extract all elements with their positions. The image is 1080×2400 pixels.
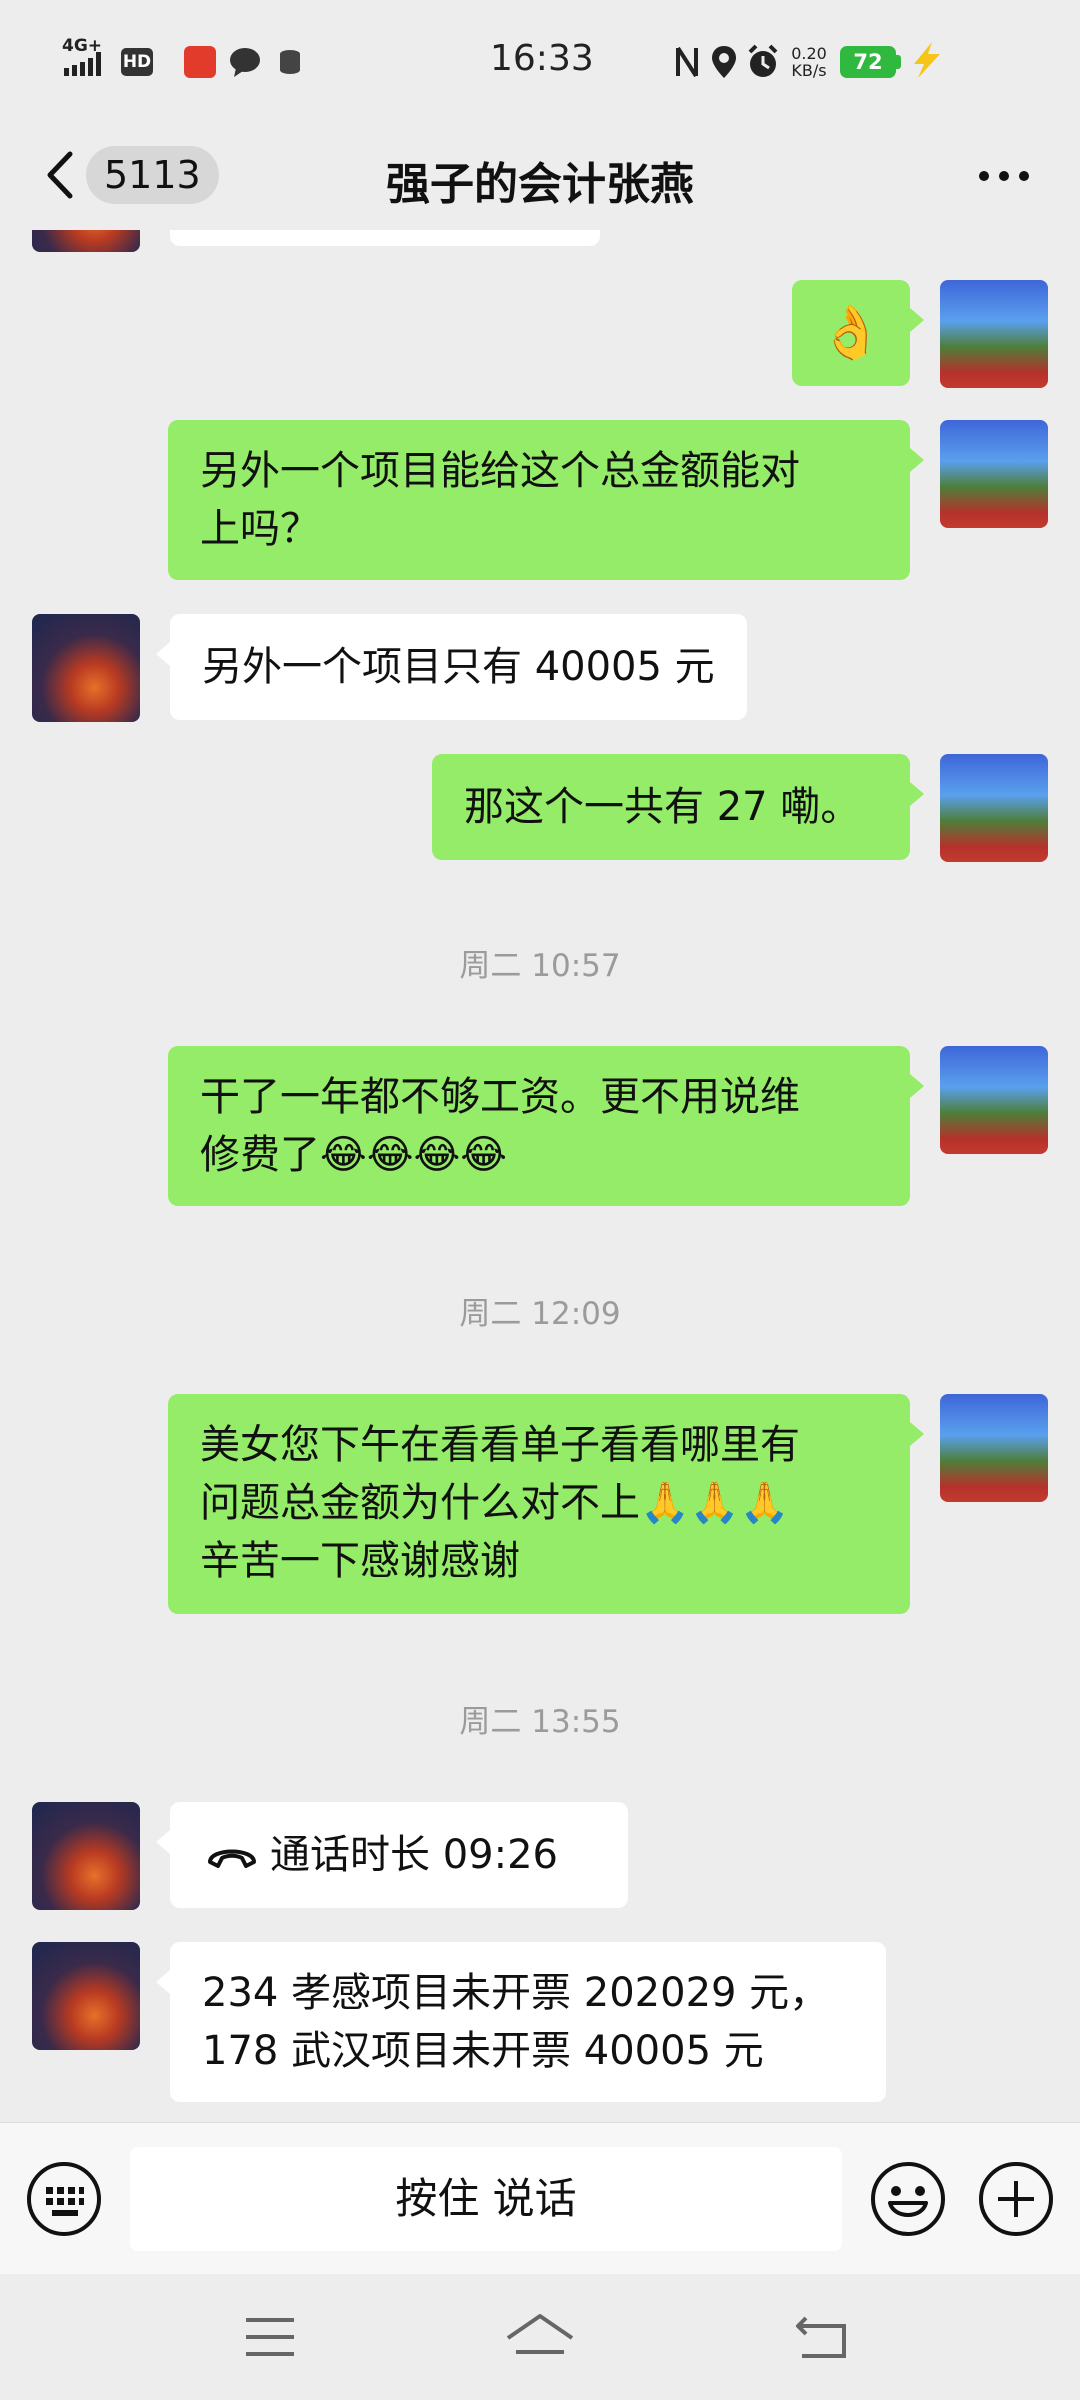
my-avatar[interactable] <box>940 1394 1048 1502</box>
message-text-line: 辛苦一下感谢感谢 <box>200 1538 520 1584</box>
bubble-tail <box>156 1830 170 1854</box>
plus-icon[interactable] <box>978 2161 1054 2237</box>
home-icon[interactable] <box>504 2312 576 2360</box>
unread-count-badge[interactable]: 5113 <box>86 146 219 204</box>
clock: 16:33 <box>490 38 594 79</box>
alarm-icon <box>748 44 778 77</box>
message-text-line: 另外一个项目只有 40005 元 <box>202 644 715 690</box>
message-bubble[interactable]: 234 孝感项目未开票 202029 元， 178 武汉项目未开票 40005 … <box>170 1942 886 2102</box>
phone-handset-icon <box>208 1849 256 1868</box>
chat-icon <box>230 48 260 77</box>
call-duration-text: 通话时长 09:26 <box>270 1832 558 1878</box>
chat-title: 强子的会计张燕 <box>386 159 694 210</box>
message-text-line: 另外一个项目能给这个总金额能对 <box>200 448 800 494</box>
network-speed: 0.20 KB/s <box>786 45 832 79</box>
message-text-line: 修费了😂😂😂😂 <box>200 1132 507 1178</box>
battery-level: 72 <box>853 50 883 74</box>
emoji-icon[interactable] <box>870 2161 946 2237</box>
message-text-line: 美女您下午在看看单子看看哪里有 <box>200 1422 800 1468</box>
my-avatar[interactable] <box>940 1046 1048 1154</box>
speed-value: 0.20 <box>791 44 827 63</box>
location-icon <box>712 46 736 78</box>
bubble-tail <box>156 642 170 666</box>
hd-icon: HD <box>121 48 153 76</box>
message-text-line: 那这个一共有 27 嘞。 <box>464 784 861 830</box>
menu-icon[interactable] <box>244 2316 296 2358</box>
bubble-tail <box>910 1074 924 1098</box>
my-avatar[interactable] <box>940 754 1048 862</box>
bubble-tail <box>156 1970 170 1994</box>
speed-unit: KB/s <box>791 61 827 80</box>
timestamp: 周二 10:57 <box>459 948 621 984</box>
my-avatar[interactable] <box>940 280 1048 388</box>
timestamp: 周二 13:55 <box>459 1704 621 1740</box>
chat-header: 5113 强子的会计张燕 <box>0 120 1080 230</box>
back-arrow-icon[interactable] <box>42 150 76 200</box>
message-bubble[interactable]: 干了一年都不够工资。更不用说维 修费了😂😂😂😂 <box>168 1046 910 1206</box>
my-avatar[interactable] <box>940 420 1048 528</box>
back-icon[interactable] <box>794 2314 850 2360</box>
charging-icon <box>914 42 940 78</box>
timestamp: 周二 12:09 <box>459 1296 621 1332</box>
message-bubble[interactable]: 另外一个项目能给这个总金额能对 上吗？ <box>168 420 910 580</box>
message-text-line: 234 孝感项目未开票 202029 元， <box>202 1970 830 2016</box>
contact-avatar[interactable] <box>32 1802 140 1910</box>
app-notification-icon <box>184 46 216 78</box>
contact-avatar[interactable] <box>32 230 140 252</box>
status-bar: 4G+ HD 16:33 0.20 KB/s 72 <box>0 0 1080 120</box>
more-icon[interactable] <box>978 168 1030 184</box>
system-navigation-bar <box>0 2274 1080 2400</box>
nfc-icon <box>676 46 698 78</box>
keyboard-icon[interactable] <box>26 2161 102 2237</box>
message-bubble[interactable]: 那这个一共有 27 嘞。 <box>432 754 910 860</box>
bubble-tail <box>910 1422 924 1446</box>
message-text-line: 干了一年都不够工资。更不用说维 <box>200 1074 800 1120</box>
message-text-line: 问题总金额为什么对不上🙏🙏🙏 <box>200 1480 790 1526</box>
battery-cap <box>896 55 901 69</box>
battery-icon: 72 <box>840 46 896 78</box>
bubble-tail <box>910 448 924 472</box>
message-bubble[interactable]: 另外一个项目只有 40005 元 <box>170 614 747 720</box>
message-text-line: 178 武汉项目未开票 40005 元 <box>202 2028 764 2074</box>
message-bubble-partial[interactable] <box>170 230 600 246</box>
contact-avatar[interactable] <box>32 1942 140 2050</box>
hold-to-talk-button[interactable]: 按住 说话 <box>130 2147 842 2251</box>
contact-avatar[interactable] <box>32 614 140 722</box>
message-list[interactable]: 👌 另外一个项目能给这个总金额能对 上吗？ 另外一个项目只有 40005 元 那… <box>0 230 1080 2122</box>
message-bubble[interactable]: 美女您下午在看看单子看看哪里有 问题总金额为什么对不上🙏🙏🙏 辛苦一下感谢感谢 <box>168 1394 910 1614</box>
storage-icon <box>280 50 300 74</box>
signal-icon: 4G+ <box>62 36 112 78</box>
hd-label: HD <box>122 52 152 72</box>
input-bar: 按住 说话 <box>0 2122 1080 2274</box>
message-text-line: 上吗？ <box>200 506 320 552</box>
call-record-bubble[interactable]: 通话时长 09:26 <box>170 1802 628 1908</box>
ok-hand-emoji: 👌 <box>818 303 884 363</box>
bubble-tail <box>910 308 924 332</box>
bubble-tail <box>910 782 924 806</box>
message-bubble[interactable]: 👌 <box>792 280 910 386</box>
